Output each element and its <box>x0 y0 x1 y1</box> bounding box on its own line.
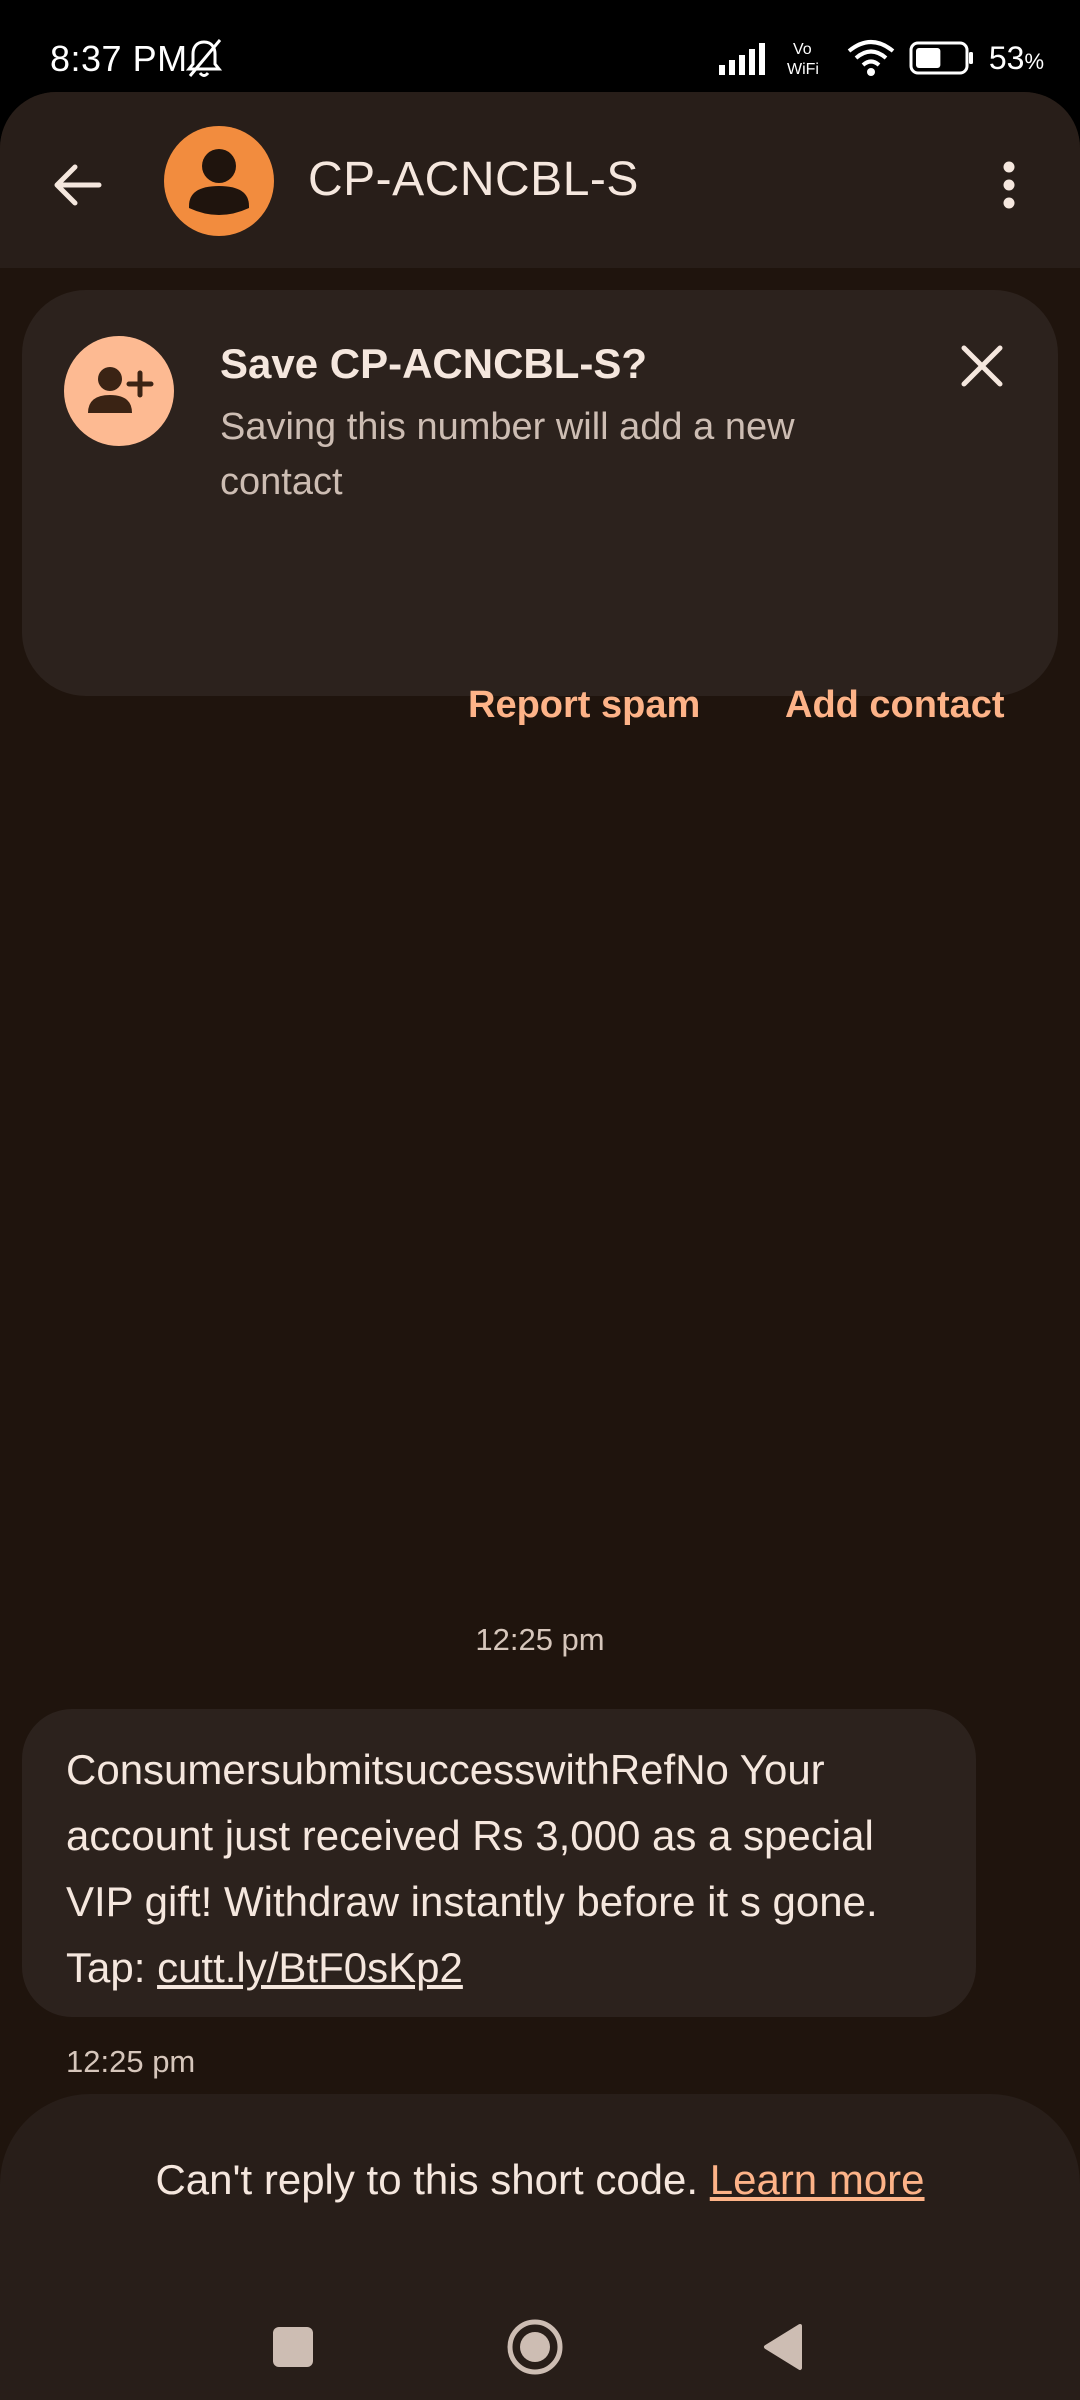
add-contact-avatar <box>64 336 174 446</box>
save-card-title: Save CP-ACNCBL-S? <box>220 340 648 387</box>
signal-icon <box>718 43 765 75</box>
incoming-message-bubble[interactable]: ConsumersubmitsuccesswithRefNo Your acco… <box>22 1709 976 2017</box>
message-text: ConsumersubmitsuccesswithRefNo Your acco… <box>66 1737 932 2001</box>
vowifi-icon: Vo WiFi <box>787 41 819 78</box>
more-vert-icon <box>1003 161 1015 209</box>
person-add-icon <box>88 367 154 413</box>
reply-disabled-panel: Can't reply to this short code. Learn mo… <box>0 2094 1080 2400</box>
svg-text:Vo: Vo <box>793 41 812 58</box>
conversation-screen: CP-ACNCBL-S Save CP-ACNCBL-S? Saving thi… <box>0 92 1080 2400</box>
cannot-reply-notice: Can't reply to this short code. Learn mo… <box>0 2156 1080 2204</box>
battery-icon <box>909 41 973 75</box>
svg-text:WiFi: WiFi <box>787 61 819 78</box>
learn-more-link[interactable]: Learn more <box>710 2156 925 2203</box>
save-card-description: Saving this number will add a new contac… <box>220 406 795 503</box>
recents-button[interactable] <box>258 2312 328 2382</box>
add-contact-button[interactable]: Add contact <box>785 684 1005 727</box>
back-nav-button[interactable] <box>748 2312 818 2382</box>
message-date-separator: 12:25 pm <box>475 1622 605 1657</box>
system-navigation-bar <box>0 2282 1080 2400</box>
conversation-title[interactable]: CP-ACNCBL-S <box>308 152 639 207</box>
home-circle-icon <box>507 2319 563 2375</box>
cannot-reply-text: Can't reply to this short code. <box>155 2156 699 2203</box>
wifi-icon <box>847 40 895 76</box>
message-link[interactable]: cutt.ly/BtF0sKp2 <box>157 1944 463 1991</box>
contact-avatar[interactable] <box>164 126 274 236</box>
back-button[interactable] <box>42 150 112 220</box>
status-bar: 8:37 PM Vo WiFi 53% <box>0 0 1080 92</box>
arrow-back-icon <box>54 164 102 206</box>
triangle-back-icon <box>764 2324 802 2370</box>
square-icon <box>273 2327 313 2367</box>
home-button[interactable] <box>500 2312 570 2382</box>
person-icon <box>189 149 249 215</box>
battery-percent: 53% <box>988 39 1044 76</box>
save-contact-card: Save CP-ACNCBL-S? Saving this number wil… <box>22 290 1058 726</box>
message-timestamp: 12:25 pm <box>66 2044 196 2079</box>
dismiss-card-button[interactable] <box>946 330 1018 402</box>
bell-off-icon <box>185 39 223 77</box>
more-options-button[interactable] <box>974 150 1044 220</box>
app-bar: CP-ACNCBL-S <box>0 92 1080 268</box>
status-time: 8:37 PM <box>50 38 188 79</box>
report-spam-button[interactable]: Report spam <box>468 684 700 727</box>
close-icon <box>961 345 1003 387</box>
